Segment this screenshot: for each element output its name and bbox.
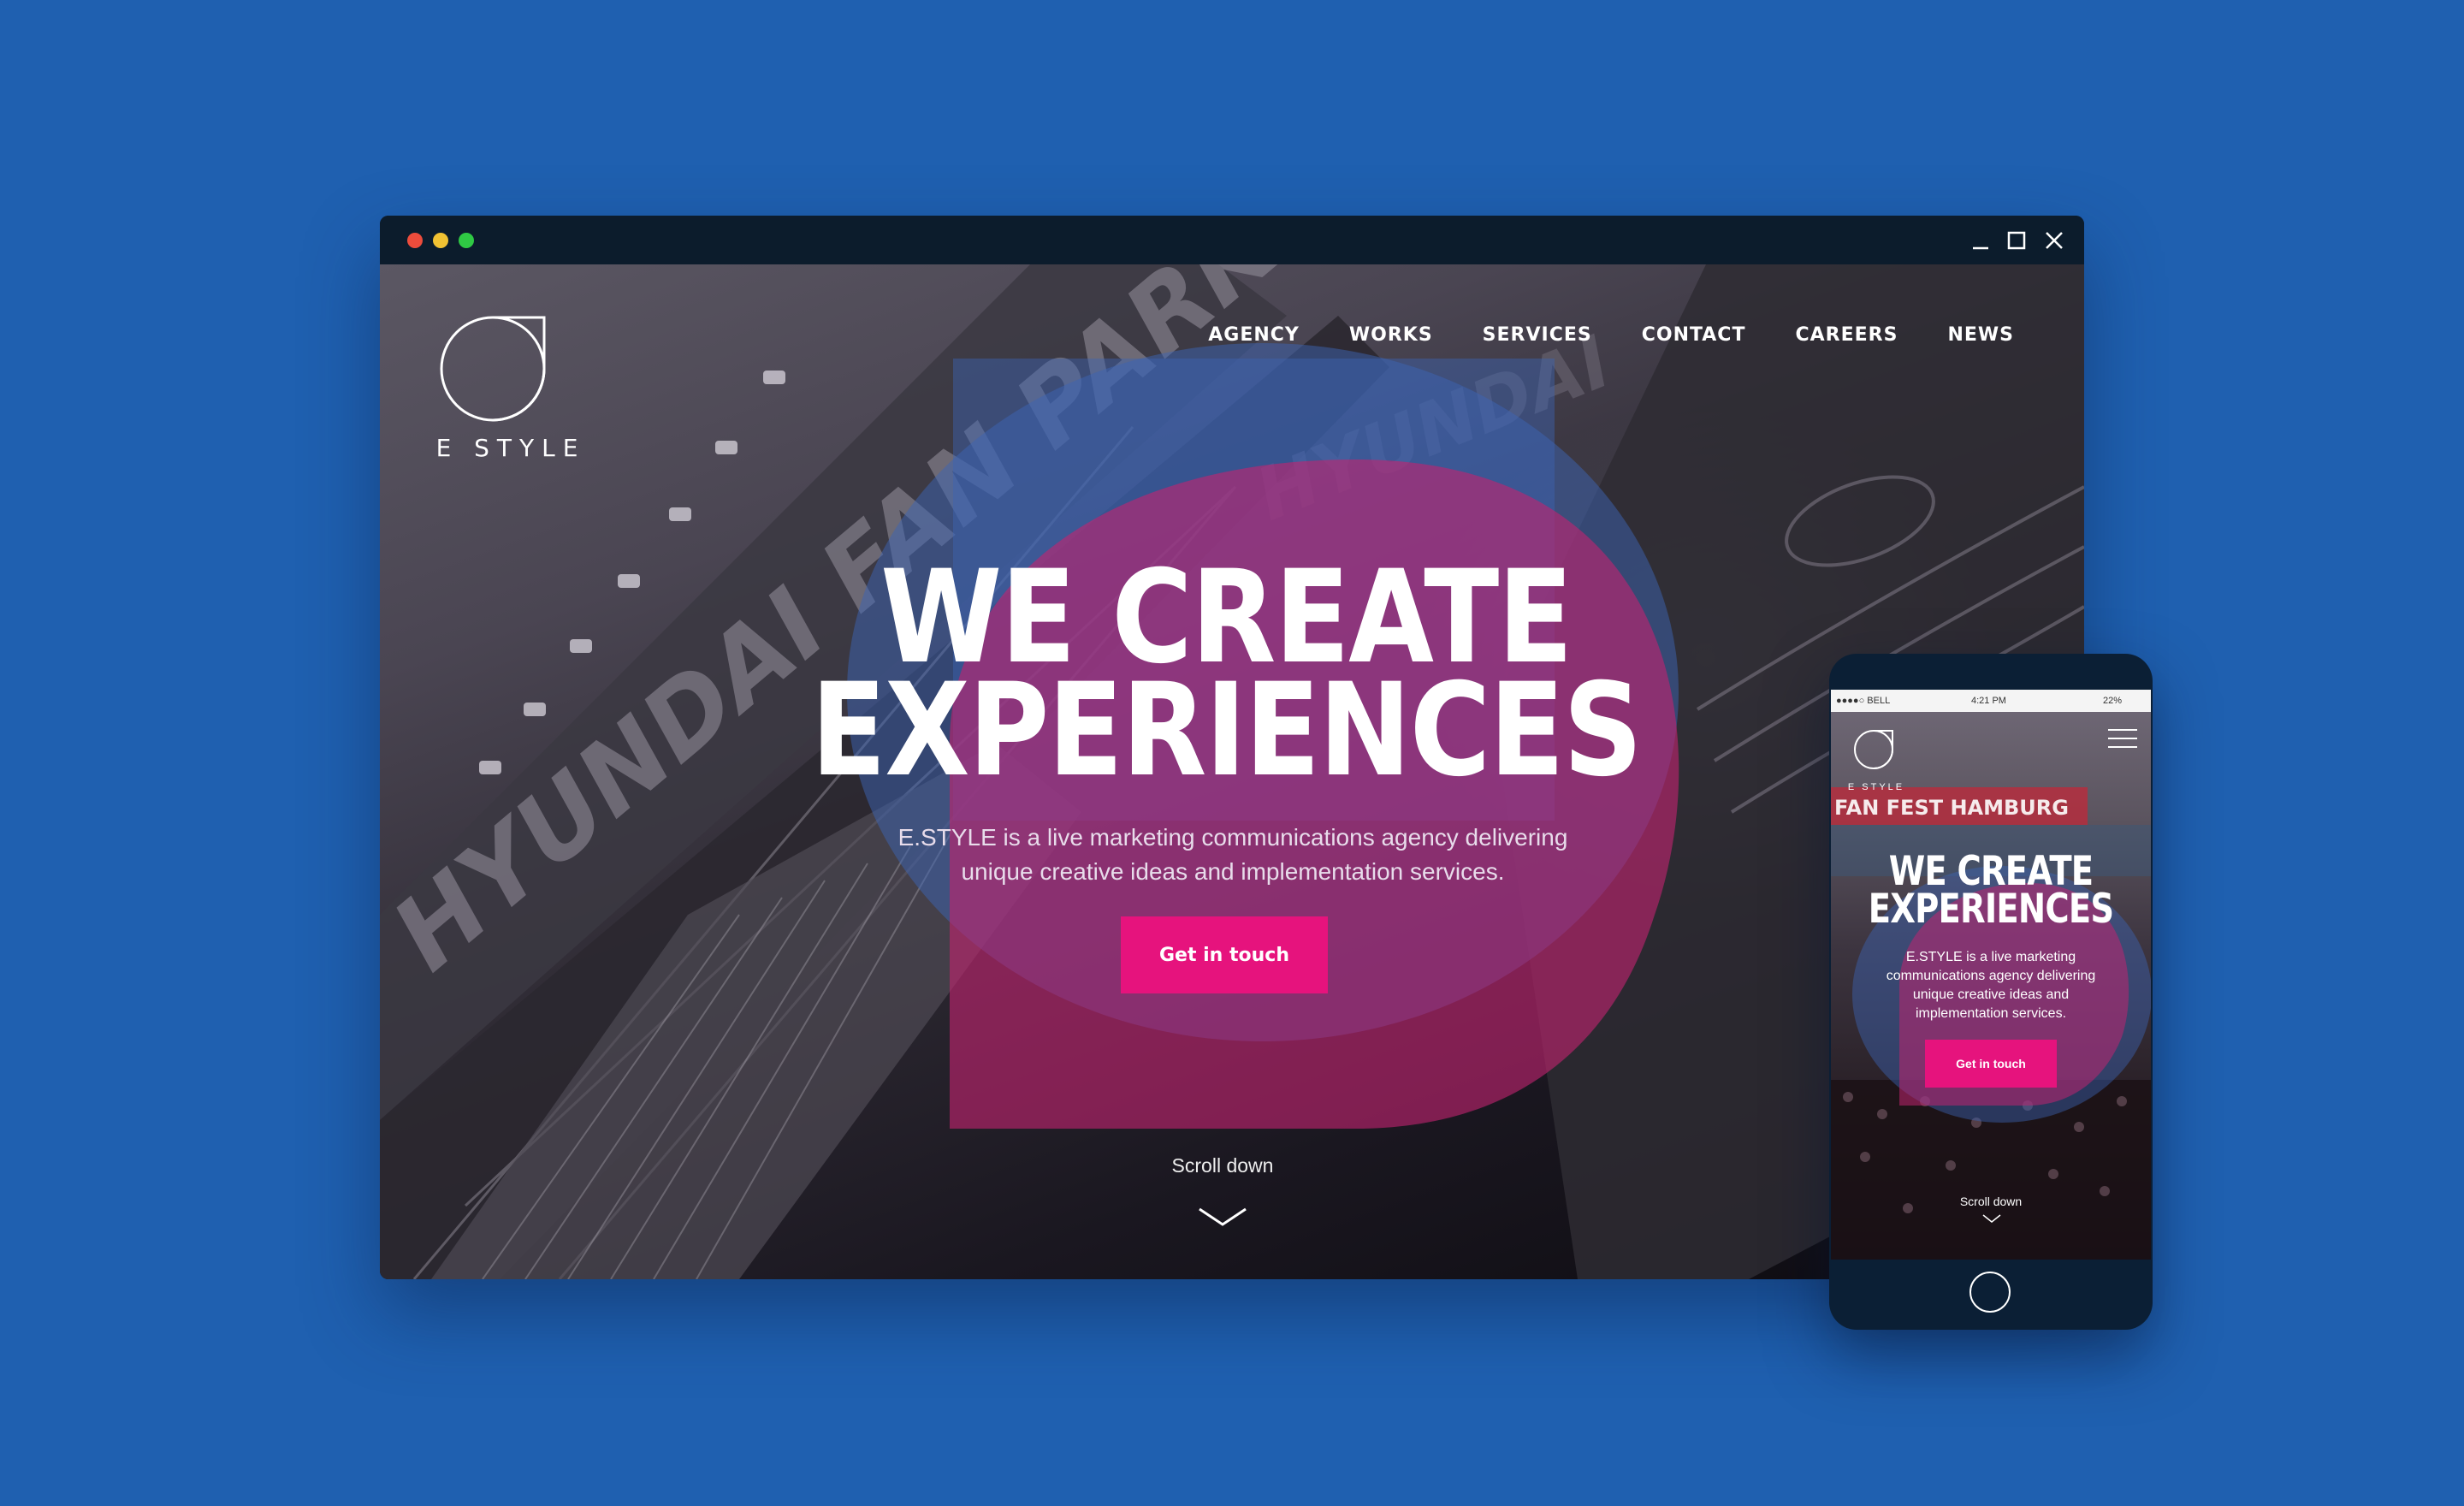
maximize-icon[interactable] [2004, 228, 2029, 253]
minimize-icon[interactable] [1968, 228, 1993, 253]
phone-home-button[interactable] [1969, 1272, 2011, 1313]
hamburger-menu-icon[interactable] [2106, 727, 2139, 750]
phone-logo-wordmark[interactable]: E STYLE [1846, 782, 1906, 792]
carrier-label: ●●●●○ BELL [1836, 696, 1891, 706]
hero-subtitle: E.STYLE is a live marketing communicatio… [897, 824, 1568, 885]
close-traffic-light[interactable] [407, 233, 423, 248]
phone-device: ●●●●○ BELL 4:21 PM 22% FAN FEST HAMBURG [1829, 654, 2153, 1330]
phone-hero-subtitle: E.STYLE is a live marketing communicatio… [1886, 950, 2096, 1021]
scroll-down-label[interactable]: Scroll down [1090, 1154, 1355, 1177]
hero-headline-line2: EXPERIENCES [810, 656, 1643, 805]
phone-screen: ●●●●○ BELL 4:21 PM 22% FAN FEST HAMBURG [1831, 690, 2151, 1260]
chevron-down-icon[interactable] [1196, 1204, 1249, 1230]
browser-titlebar [380, 216, 2084, 264]
clock-label: 4:21 PM [1971, 696, 2006, 706]
phone-scroll-down-label[interactable]: Scroll down [1831, 1195, 2151, 1208]
phone-status-bar: ●●●●○ BELL 4:21 PM 22% [1831, 690, 2151, 712]
phone-logo-icon[interactable] [1851, 724, 1901, 774]
minimize-traffic-light[interactable] [433, 233, 448, 248]
phone-chevron-down-icon[interactable] [1981, 1213, 2002, 1224]
phone-headline-line2: EXPERIENCES [1868, 886, 2114, 933]
phone-get-in-touch-button[interactable]: Get in touch [1925, 1040, 2057, 1088]
get-in-touch-button[interactable]: Get in touch [1121, 916, 1328, 993]
close-icon[interactable] [2041, 228, 2067, 253]
zoom-traffic-light[interactable] [459, 233, 474, 248]
phone-banner-text: FAN FEST HAMBURG [1834, 796, 2069, 820]
battery-label: 22% [2103, 696, 2123, 706]
